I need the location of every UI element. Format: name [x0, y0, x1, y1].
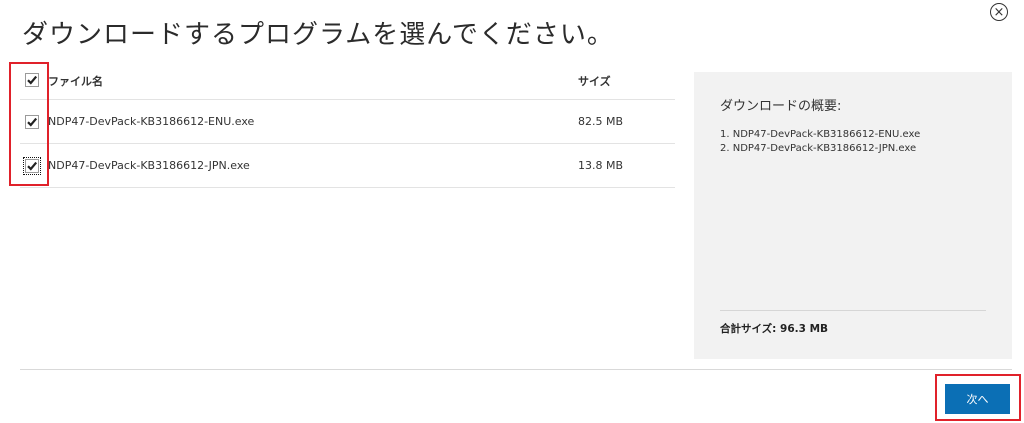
summary-item: 2. NDP47-DevPack-KB3186612-JPN.exe — [720, 143, 917, 154]
dialog-title: ダウンロードするプログラムを選んでください。 — [22, 20, 614, 50]
checkmark-icon — [27, 75, 38, 85]
checkmark-icon — [27, 161, 38, 171]
column-header-name[interactable]: ファイル名 — [48, 73, 103, 89]
select-all-checkbox[interactable] — [25, 73, 39, 87]
file-name: NDP47-DevPack-KB3186612-JPN.exe — [48, 159, 250, 172]
column-header-size[interactable]: サイズ — [578, 73, 611, 89]
close-icon[interactable]: × — [990, 3, 1008, 21]
file-name: NDP47-DevPack-KB3186612-ENU.exe — [48, 115, 255, 128]
summary-item: 1. NDP47-DevPack-KB3186612-ENU.exe — [720, 129, 921, 140]
download-summary-panel: ダウンロードの概要: 1. NDP47-DevPack-KB3186612-EN… — [694, 72, 1012, 359]
footer-divider — [20, 369, 1012, 370]
file-size: 13.8 MB — [578, 159, 624, 172]
file-size: 82.5 MB — [578, 115, 624, 128]
table-row[interactable]: NDP47-DevPack-KB3186612-JPN.exe 13.8 MB — [20, 144, 675, 188]
checkmark-icon — [27, 117, 38, 127]
file-table: ファイル名 サイズ NDP47-DevPack-KB3186612-ENU.ex… — [20, 60, 675, 188]
file-checkbox[interactable] — [25, 115, 39, 129]
summary-divider — [720, 310, 986, 311]
table-row[interactable]: NDP47-DevPack-KB3186612-ENU.exe 82.5 MB — [20, 100, 675, 144]
summary-total-size: 合計サイズ: 96.3 MB — [720, 323, 829, 335]
table-header: ファイル名 サイズ — [20, 60, 675, 100]
summary-list: 1. NDP47-DevPack-KB3186612-ENU.exe 2. ND… — [720, 128, 920, 156]
file-checkbox[interactable] — [23, 157, 41, 175]
next-button[interactable]: 次へ — [945, 384, 1010, 414]
summary-heading: ダウンロードの概要: — [720, 99, 842, 114]
